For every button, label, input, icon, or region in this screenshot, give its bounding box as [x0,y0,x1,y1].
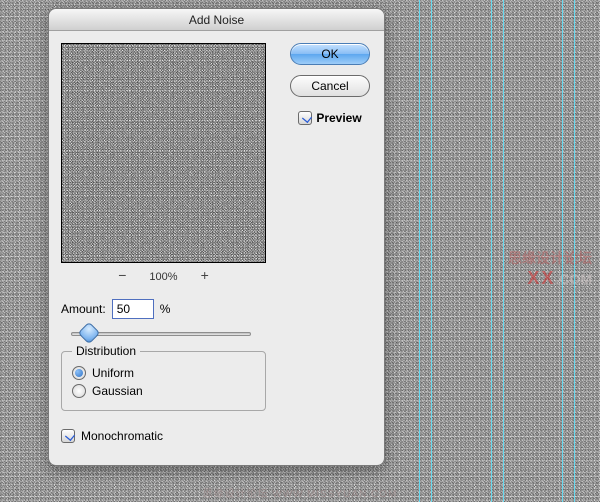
preview-label: Preview [316,111,361,125]
amount-row: Amount: % [61,299,170,319]
zoom-percent: 100% [134,271,194,283]
gaussian-radio-row[interactable]: Gaussian [72,384,255,398]
preview-checkbox[interactable] [298,111,312,125]
guide-line[interactable] [491,0,492,502]
preview-checkbox-row[interactable]: Preview [298,111,361,125]
guide-line[interactable] [419,0,420,502]
guide-line[interactable] [562,0,563,502]
cancel-button[interactable]: Cancel [290,75,370,97]
dialog-button-column: OK Cancel Preview [286,43,374,125]
noise-preview[interactable] [61,43,266,263]
uniform-radio[interactable] [72,366,86,380]
zoom-in-button[interactable]: + [197,267,213,283]
guide-line[interactable] [431,0,432,502]
amount-label: Amount: [61,302,106,316]
monochromatic-label: Monochromatic [81,429,163,443]
amount-input[interactable] [112,299,154,319]
add-noise-dialog: Add Noise − 100% + OK Cancel Preview Amo… [48,8,385,466]
zoom-controls: − 100% + [61,267,266,283]
uniform-radio-row[interactable]: Uniform [72,366,255,380]
gaussian-label: Gaussian [92,384,143,398]
monochromatic-checkbox[interactable] [61,429,75,443]
amount-slider-thumb[interactable] [78,322,101,345]
amount-suffix: % [160,302,171,316]
zoom-out-button[interactable]: − [114,267,130,283]
dialog-body: − 100% + OK Cancel Preview Amount: % Dis… [49,31,384,465]
monochromatic-row[interactable]: Monochromatic [61,429,163,443]
guide-line[interactable] [503,0,504,502]
gaussian-radio[interactable] [72,384,86,398]
ok-button[interactable]: OK [290,43,370,65]
guide-line[interactable] [574,0,575,502]
dialog-title[interactable]: Add Noise [49,9,384,31]
uniform-label: Uniform [92,366,134,380]
distribution-fieldset: Distribution Uniform Gaussian [61,351,266,411]
distribution-legend: Distribution [72,344,140,358]
amount-slider[interactable] [71,325,251,343]
